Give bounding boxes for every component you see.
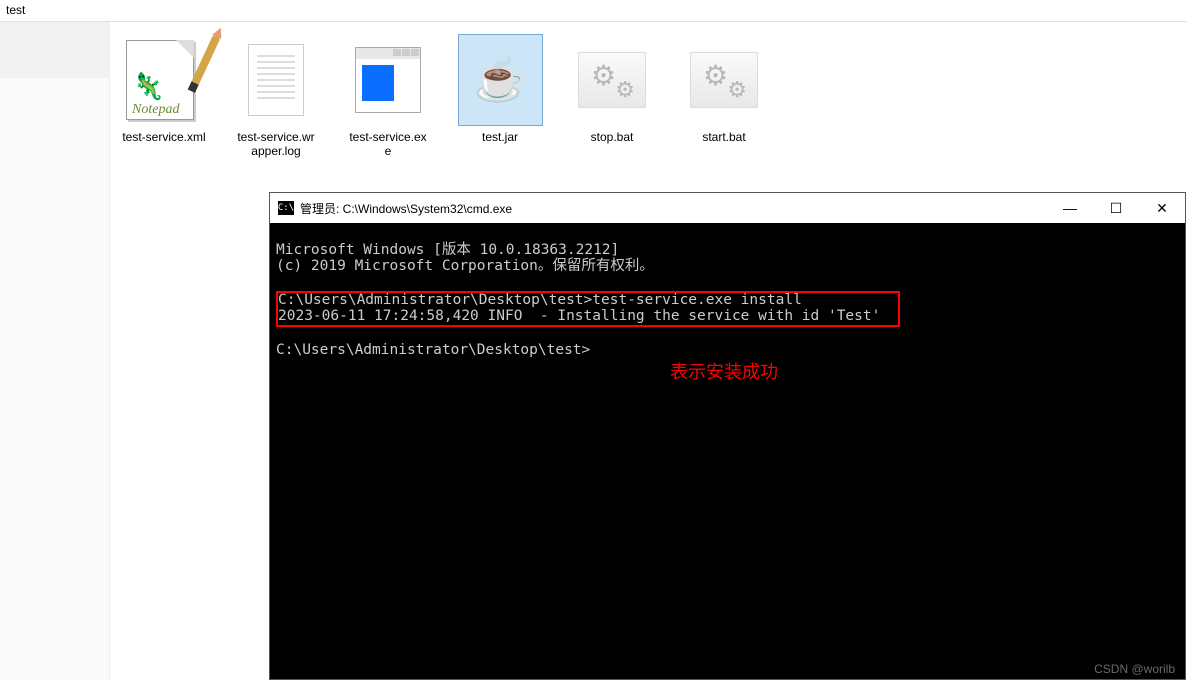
sidebar-item[interactable] — [0, 22, 109, 78]
window-controls: — ☐ ✕ — [1047, 193, 1185, 223]
cmd-output-line: 2023-06-11 17:24:58,420 INFO - Installin… — [278, 308, 880, 324]
file-label: test-service.xml — [122, 130, 205, 144]
cmd-prompt: C:\Users\Administrator\Desktop\test> — [278, 292, 592, 308]
text-file-icon — [234, 34, 319, 126]
file-label: test-service.wrapper.log — [234, 130, 318, 159]
file-item-jar[interactable]: ☕ test.jar — [454, 30, 546, 163]
cmd-line: (c) 2019 Microsoft Corporation。保留所有权利。 — [276, 258, 654, 274]
file-item-stop-bat[interactable]: ⚙⚙ stop.bat — [566, 30, 658, 163]
file-label: test.jar — [482, 130, 518, 144]
cmd-input: test-service.exe install — [592, 292, 802, 308]
cmd-output[interactable]: Microsoft Windows [版本 10.0.18363.2212] (… — [270, 223, 1185, 679]
file-item-start-bat[interactable]: ⚙⚙ start.bat — [678, 30, 770, 163]
cmd-title-text: 管理员: C:\Windows\System32\cmd.exe — [300, 200, 1047, 217]
jar-icon: ☕ — [458, 34, 543, 126]
batch-icon: ⚙⚙ — [570, 34, 655, 126]
cmd-titlebar[interactable]: C:\ 管理员: C:\Windows\System32\cmd.exe — ☐… — [270, 193, 1185, 223]
files-row: 🦎 Notepad test-service.xml test-service.… — [118, 30, 1179, 163]
path-text: test — [6, 3, 25, 17]
explorer-sidebar — [0, 22, 110, 680]
cmd-window[interactable]: C:\ 管理员: C:\Windows\System32\cmd.exe — ☐… — [269, 192, 1186, 680]
file-label: start.bat — [702, 130, 745, 144]
file-item-xml[interactable]: 🦎 Notepad test-service.xml — [118, 30, 210, 163]
maximize-button[interactable]: ☐ — [1093, 193, 1139, 223]
cmd-prompt: C:\Users\Administrator\Desktop\test> — [276, 342, 590, 358]
highlighted-command-block: C:\Users\Administrator\Desktop\test>test… — [276, 291, 900, 327]
exe-icon — [346, 34, 431, 126]
batch-icon: ⚙⚙ — [682, 34, 767, 126]
file-item-log[interactable]: test-service.wrapper.log — [230, 30, 322, 163]
annotation-text: 表示安装成功 — [670, 363, 778, 383]
minimize-button[interactable]: — — [1047, 193, 1093, 223]
file-label: test-service.exe — [346, 130, 430, 159]
notepadpp-icon: 🦎 Notepad — [122, 34, 207, 126]
cmd-line: Microsoft Windows [版本 10.0.18363.2212] — [276, 242, 619, 258]
file-item-exe[interactable]: test-service.exe — [342, 30, 434, 163]
explorer-path-bar: test — [0, 0, 1187, 22]
file-label: stop.bat — [591, 130, 634, 144]
watermark: CSDN @worilb — [1094, 662, 1175, 676]
close-button[interactable]: ✕ — [1139, 193, 1185, 223]
cmd-icon: C:\ — [278, 201, 294, 215]
